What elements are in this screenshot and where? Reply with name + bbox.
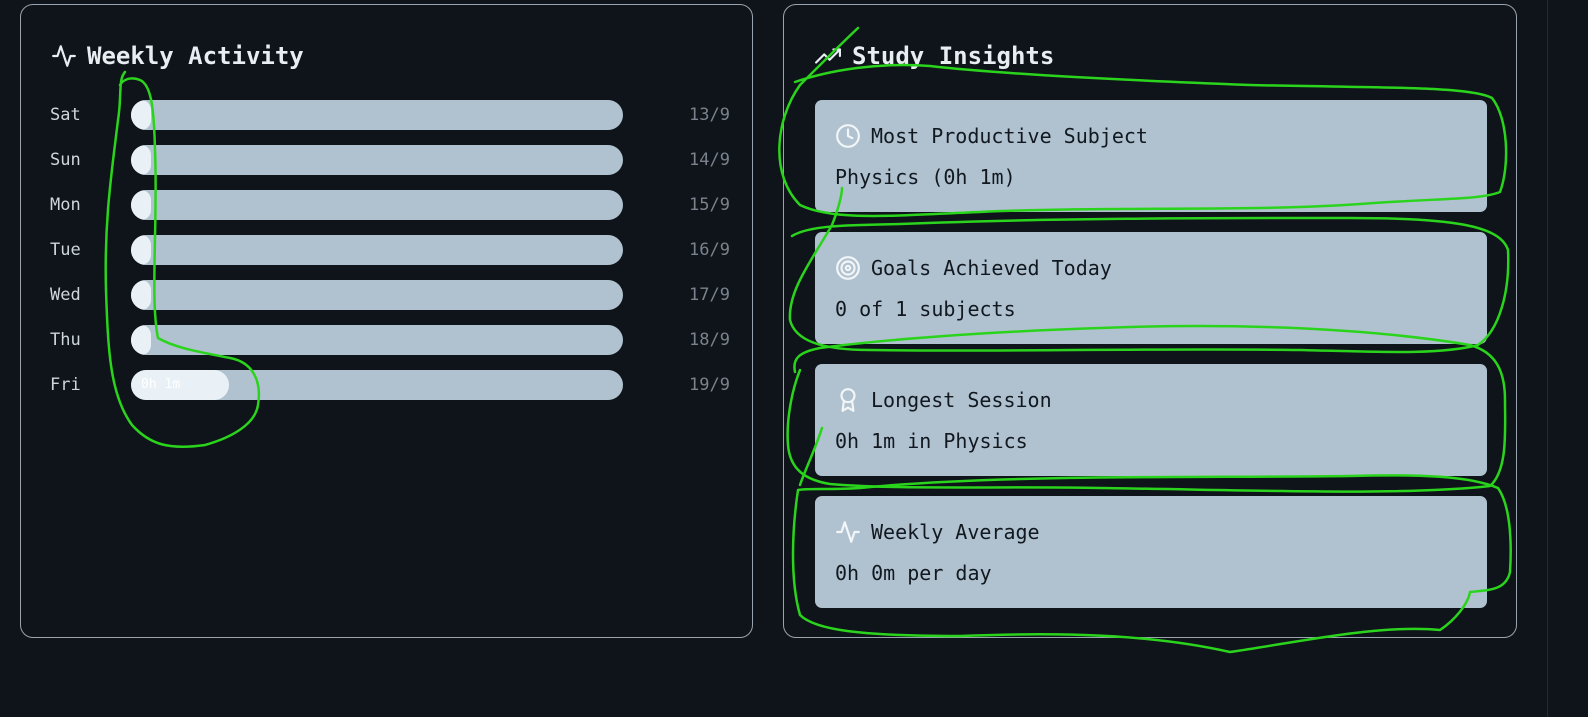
day-bar-fill <box>131 280 151 310</box>
activity-icon <box>51 43 77 69</box>
day-date: 17/9 <box>689 285 730 305</box>
day-row-tue: Tue 16/9 <box>50 235 730 265</box>
day-bar-fill <box>131 190 151 220</box>
study-insights-title: Study Insights <box>814 41 1054 71</box>
day-date: 15/9 <box>689 195 730 215</box>
day-row-wed: Wed 17/9 <box>50 280 730 310</box>
insight-card-header: Weekly Average <box>835 518 1040 546</box>
day-bar-fill <box>131 145 151 175</box>
day-row-thu: Thu 18/9 <box>50 325 730 355</box>
insight-card-header: Most Productive Subject <box>835 122 1148 150</box>
insight-card-heading: Longest Session <box>871 388 1052 412</box>
weekly-activity-panel: Weekly Activity Sat 13/9 Sun 14/9 Mon 15… <box>20 4 753 638</box>
day-bar-fill: 0h 1m <box>131 370 229 400</box>
award-icon <box>835 387 861 413</box>
day-bar-track <box>131 145 623 175</box>
day-row-fri: Fri 0h 1m 19/9 <box>50 370 730 400</box>
day-label: Wed <box>50 285 81 305</box>
day-label: Sun <box>50 150 81 170</box>
insight-card-value: 0h 0m per day <box>835 561 992 585</box>
insight-card-value: 0h 1m in Physics <box>835 429 1028 453</box>
day-bar-track <box>131 100 623 130</box>
day-row-mon: Mon 15/9 <box>50 190 730 220</box>
insight-card-header: Goals Achieved Today <box>835 254 1112 282</box>
target-icon <box>835 255 861 281</box>
day-bar-track <box>131 190 623 220</box>
insight-card-heading: Goals Achieved Today <box>871 256 1112 280</box>
activity-icon <box>835 519 861 545</box>
insight-card-heading: Weekly Average <box>871 520 1040 544</box>
day-label: Mon <box>50 195 81 215</box>
day-label: Fri <box>50 375 81 395</box>
insight-card-heading: Most Productive Subject <box>871 124 1148 148</box>
clock-icon <box>835 123 861 149</box>
day-row-sun: Sun 14/9 <box>50 145 730 175</box>
insight-card-most-productive: Most Productive Subject Physics (0h 1m) <box>815 100 1487 212</box>
day-date: 19/9 <box>689 375 730 395</box>
weekly-activity-title: Weekly Activity <box>51 41 304 71</box>
insight-card-longest-session: Longest Session 0h 1m in Physics <box>815 364 1487 476</box>
study-insights-panel: Study Insights Most Productive Subject P… <box>783 4 1517 638</box>
insight-card-value: Physics (0h 1m) <box>835 165 1016 189</box>
day-bar-track <box>131 280 623 310</box>
weekly-activity-title-text: Weekly Activity <box>87 42 304 70</box>
day-date: 16/9 <box>689 240 730 260</box>
day-date: 13/9 <box>689 105 730 125</box>
page-scrollbar[interactable] <box>1547 0 1588 717</box>
insight-card-goals-achieved: Goals Achieved Today 0 of 1 subjects <box>815 232 1487 344</box>
day-date: 14/9 <box>689 150 730 170</box>
day-bar-fill <box>131 235 151 265</box>
study-insights-title-text: Study Insights <box>852 42 1055 70</box>
day-date: 18/9 <box>689 330 730 350</box>
day-bar-track: 0h 1m <box>131 370 623 400</box>
day-bar-fill <box>131 325 151 355</box>
insight-card-value: 0 of 1 subjects <box>835 297 1016 321</box>
insight-card-header: Longest Session <box>835 386 1052 414</box>
day-label: Sat <box>50 105 81 125</box>
insight-card-weekly-average: Weekly Average 0h 0m per day <box>815 496 1487 608</box>
trending-up-icon <box>814 43 842 69</box>
day-bar-track <box>131 235 623 265</box>
day-row-sat: Sat 13/9 <box>50 100 730 130</box>
day-bar-fill <box>131 100 151 130</box>
day-label: Thu <box>50 330 81 350</box>
day-bar-track <box>131 325 623 355</box>
day-label: Tue <box>50 240 81 260</box>
